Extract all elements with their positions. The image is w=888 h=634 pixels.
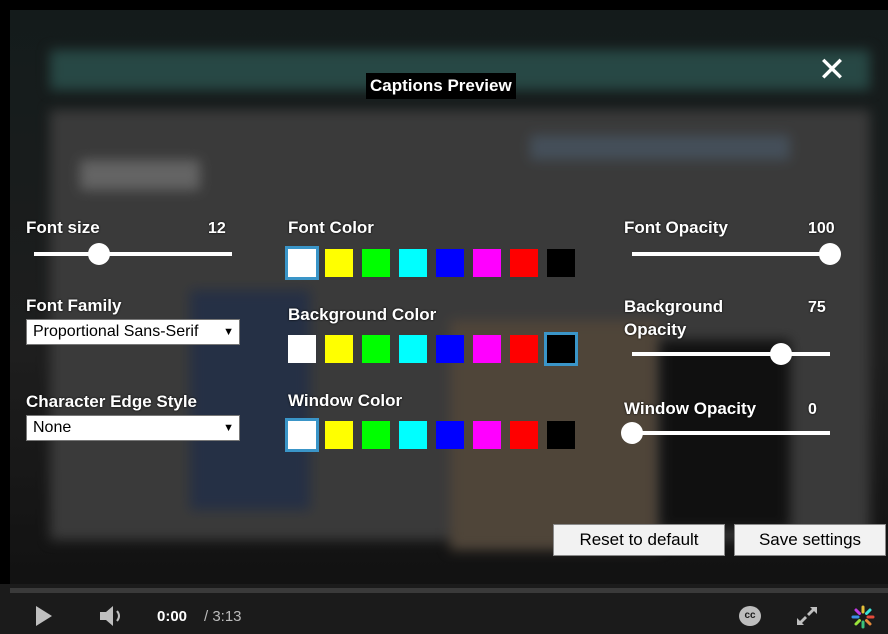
dropdown-arrow-icon: ▼	[223, 422, 234, 434]
swatch-cyan[interactable]	[396, 418, 430, 452]
captions-settings-panel: Captions Preview ✕ Font size 12 Font Fam…	[0, 0, 888, 584]
swatch-magenta[interactable]	[470, 246, 504, 280]
swatch-cyan[interactable]	[396, 246, 430, 280]
slider-thumb[interactable]	[769, 343, 792, 365]
window-color-swatches	[285, 418, 578, 452]
swatch-green[interactable]	[359, 332, 393, 366]
window-color-label: Window Color	[288, 391, 403, 410]
slider-thumb[interactable]	[819, 243, 841, 265]
swatch-white[interactable]	[285, 332, 319, 366]
swatch-black[interactable]	[544, 418, 578, 452]
swatch-green[interactable]	[359, 418, 393, 452]
font-color-swatches	[285, 246, 578, 280]
font-opacity-slider[interactable]	[632, 243, 841, 265]
swatch-blue[interactable]	[433, 418, 467, 452]
swatch-black[interactable]	[544, 246, 578, 280]
font-size-slider[interactable]	[34, 243, 232, 265]
swatch-blue[interactable]	[433, 246, 467, 280]
slider-thumb[interactable]	[88, 243, 111, 265]
dropdown-arrow-icon: ▼	[223, 326, 234, 338]
cc-icon[interactable]: cc	[739, 606, 761, 626]
swatch-yellow[interactable]	[322, 418, 356, 452]
loading-icon	[851, 605, 875, 629]
swatch-red[interactable]	[507, 332, 541, 366]
video-player: Captions Preview ✕ Font size 12 Font Fam…	[0, 0, 888, 634]
swatch-yellow[interactable]	[322, 246, 356, 280]
player-control-bar: 0:00 / 3:13 cc	[0, 584, 888, 634]
swatch-yellow[interactable]	[322, 332, 356, 366]
character-edge-style-select[interactable]: None ▼	[26, 415, 240, 441]
swatch-magenta[interactable]	[470, 418, 504, 452]
font-opacity-label: Font Opacity	[624, 218, 728, 237]
character-edge-style-label: Character Edge Style	[26, 392, 198, 411]
swatch-magenta[interactable]	[470, 332, 504, 366]
background-color-label: Background Color	[288, 305, 437, 324]
font-size-label: Font size	[26, 218, 100, 237]
slider-thumb[interactable]	[621, 422, 643, 444]
window-opacity-slider[interactable]	[621, 422, 830, 444]
background-opacity-slider[interactable]	[632, 343, 830, 365]
background-opacity-label-line2: Opacity	[624, 320, 687, 339]
duration: / 3:13	[204, 608, 242, 625]
swatch-red[interactable]	[507, 418, 541, 452]
background-color-swatches	[285, 332, 578, 366]
save-settings-button[interactable]: Save settings	[734, 524, 886, 556]
background-opacity-value: 75	[808, 299, 826, 316]
swatch-green[interactable]	[359, 246, 393, 280]
font-family-label: Font Family	[26, 296, 122, 315]
window-opacity-value: 0	[808, 401, 817, 418]
swatch-red[interactable]	[507, 246, 541, 280]
swatch-white[interactable]	[285, 246, 319, 280]
font-color-label: Font Color	[288, 218, 374, 237]
fullscreen-icon[interactable]	[794, 604, 820, 628]
swatch-cyan[interactable]	[396, 332, 430, 366]
close-icon[interactable]: ✕	[812, 52, 852, 88]
background-opacity-label-line1: Background	[624, 297, 724, 316]
play-icon[interactable]	[36, 606, 52, 626]
current-time: 0:00	[157, 608, 188, 625]
progress-bar[interactable]	[10, 588, 888, 593]
volume-icon[interactable]	[98, 604, 126, 628]
window-opacity-label: Window Opacity	[624, 399, 757, 418]
swatch-white[interactable]	[285, 418, 319, 452]
swatch-blue[interactable]	[433, 332, 467, 366]
swatch-black[interactable]	[544, 332, 578, 366]
font-family-select[interactable]: Proportional Sans-Serif ▼	[26, 319, 240, 345]
reset-to-default-button[interactable]: Reset to default	[553, 524, 725, 556]
captions-preview-title: Captions Preview	[366, 73, 516, 99]
font-size-value: 12	[208, 220, 226, 237]
font-opacity-value: 100	[808, 220, 835, 237]
